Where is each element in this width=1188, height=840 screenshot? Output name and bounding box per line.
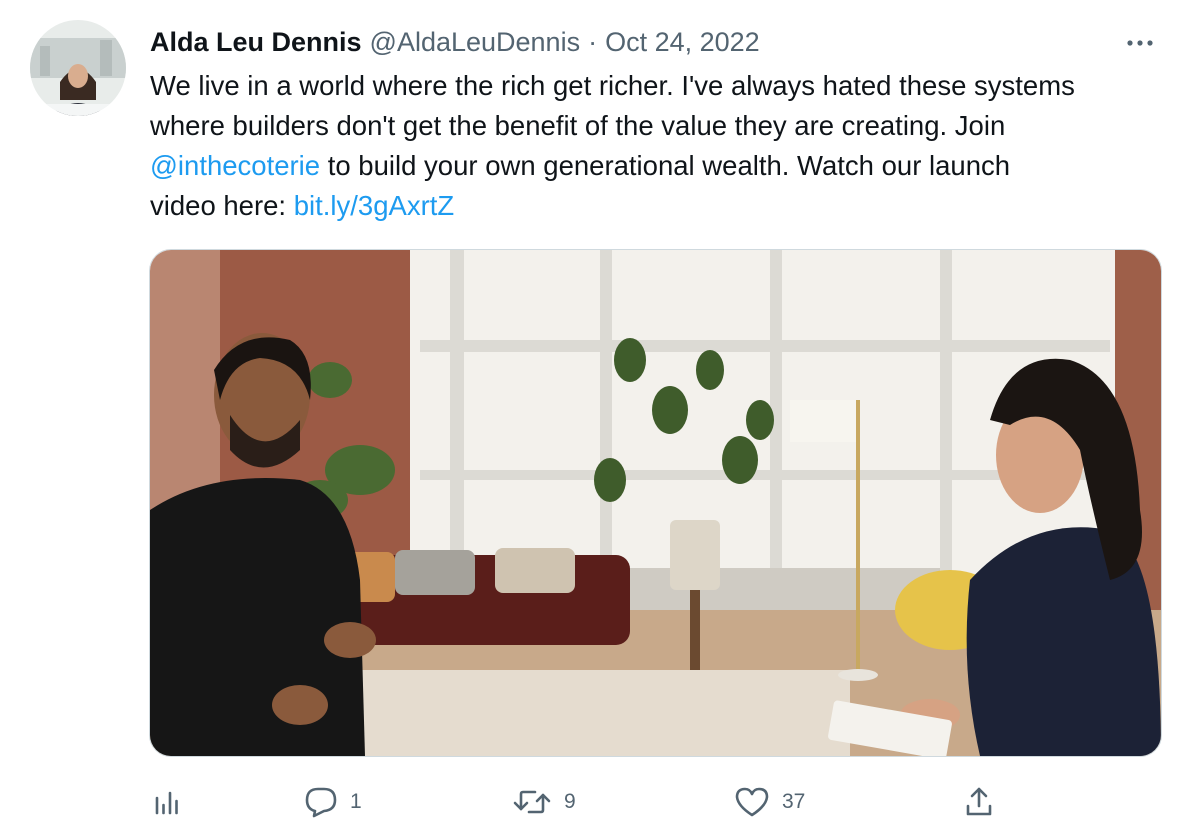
retweet-icon <box>513 790 551 814</box>
author-display-name[interactable]: Alda Leu Dennis <box>150 27 362 58</box>
tweet-text-line-4-prefix: video here: <box>150 190 294 221</box>
tweet-header: Alda Leu Dennis @AldaLeuDennis · Oct 24,… <box>150 24 1148 60</box>
header-separator: · <box>588 26 598 57</box>
author-avatar[interactable] <box>30 20 126 116</box>
tweet-text-line-2: where builders don't get the benefit of … <box>150 110 1006 141</box>
more-dots-icon <box>1127 40 1153 46</box>
tweet-date[interactable]: Oct 24, 2022 <box>605 27 760 58</box>
share-button[interactable] <box>964 780 994 824</box>
short-url-link[interactable]: bit.ly/3gAxrtZ <box>294 190 454 221</box>
reply-button[interactable]: 1 <box>304 780 362 824</box>
more-options-button[interactable] <box>1120 28 1160 58</box>
analytics-icon <box>155 791 178 815</box>
mention-link[interactable]: @inthecoterie <box>150 150 320 181</box>
heart-icon <box>735 787 769 817</box>
author-handle[interactable]: @AldaLeuDennis <box>370 27 581 58</box>
share-icon <box>966 787 992 816</box>
tweet-text-line-3-rest: to build your own generational wealth. W… <box>320 150 1011 181</box>
tweet-action-bar: 1 9 37 <box>150 780 1010 824</box>
like-button[interactable]: 37 <box>734 780 805 824</box>
reply-icon <box>305 787 337 818</box>
avatar-image <box>30 20 126 116</box>
tweet-text-line-1: We live in a world where the rich get ri… <box>150 70 1075 101</box>
video-thumbnail-image <box>150 250 1161 756</box>
analytics-button[interactable] <box>152 780 182 824</box>
like-count: 37 <box>782 790 806 813</box>
tweet-text-line-4: video here: bit.ly/3gAxrtZ <box>150 186 1170 226</box>
retweet-count: 9 <box>564 790 576 813</box>
tweet-text: We live in a world where the rich get ri… <box>150 66 1170 226</box>
retweet-button[interactable]: 9 <box>512 780 576 824</box>
tweet-text-line-3: @inthecoterie to build your own generati… <box>150 146 1170 186</box>
reply-count: 1 <box>350 790 362 813</box>
tweet-media-video[interactable] <box>149 249 1162 757</box>
